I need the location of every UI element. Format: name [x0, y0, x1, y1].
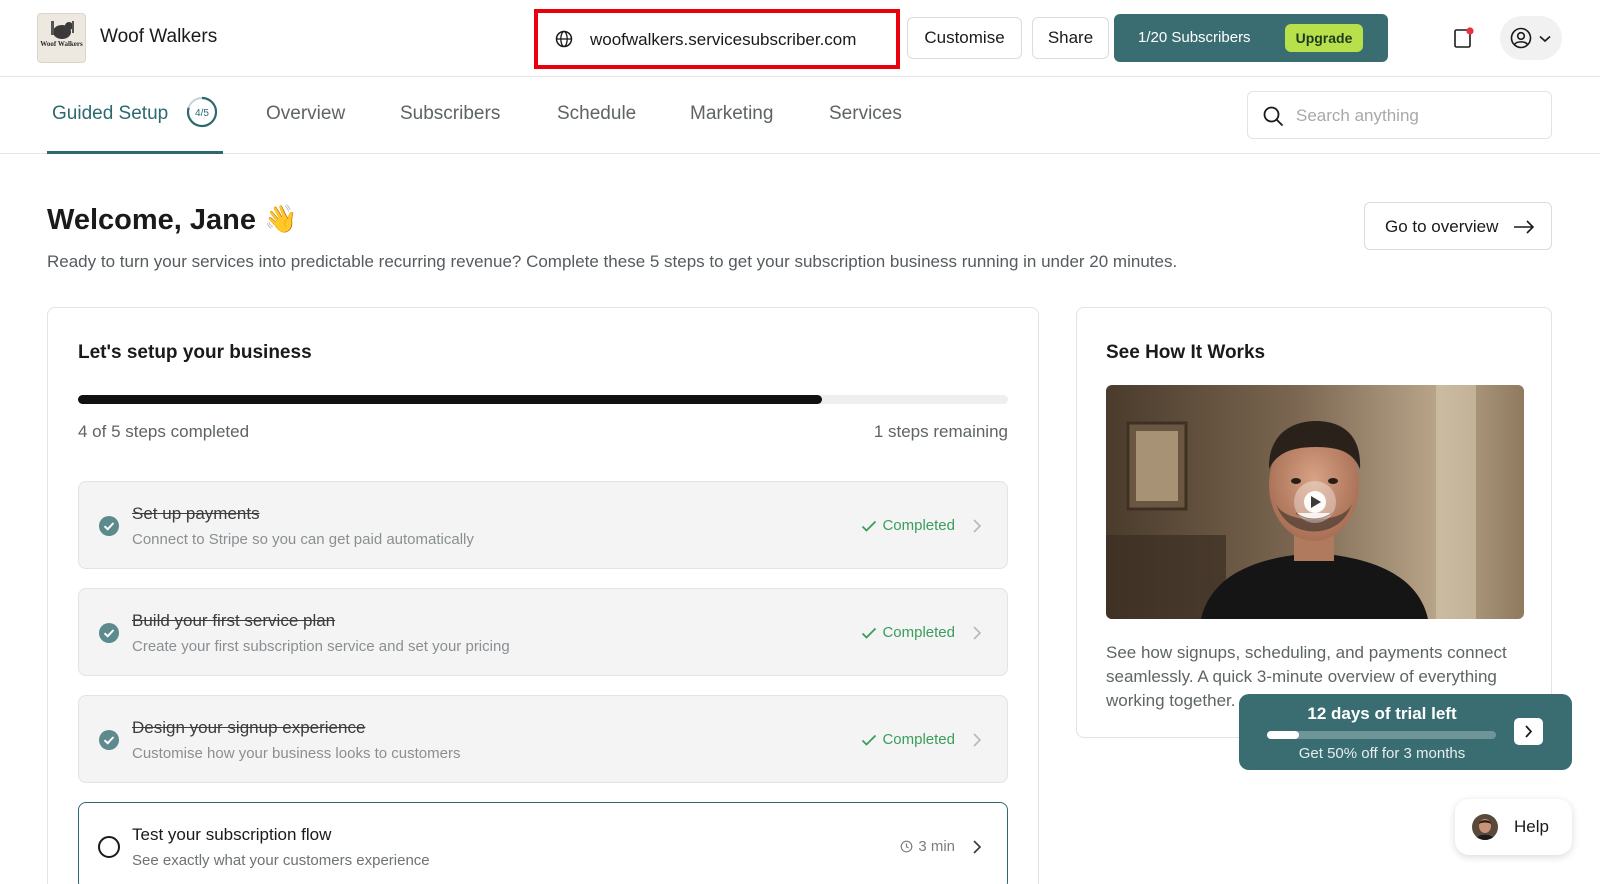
setup-progress-badge: 4/5: [186, 96, 218, 128]
account-menu-button[interactable]: [1500, 16, 1562, 60]
trial-open-button[interactable]: [1514, 718, 1543, 745]
setup-progress-fill: [78, 395, 822, 404]
customise-button[interactable]: Customise: [907, 17, 1022, 59]
brand-logo-text: Woof Walkers: [40, 40, 83, 48]
video-thumbnail[interactable]: [1106, 385, 1524, 619]
chevron-right-icon: [973, 733, 982, 747]
welcome-subtitle: Ready to turn your services into predict…: [47, 252, 1178, 271]
tab-marketing[interactable]: Marketing: [690, 103, 773, 125]
how-it-works-card: See How It Works See how signups, schedu…: [1076, 307, 1552, 738]
step-title: Design your signup experience: [132, 718, 366, 737]
step-status-label: Completed: [882, 731, 955, 748]
help-button[interactable]: Help: [1455, 799, 1572, 855]
trial-days-left: 12 days of trial left: [1307, 704, 1457, 723]
search-box[interactable]: [1247, 91, 1552, 139]
tab-subscribers[interactable]: Subscribers: [400, 103, 500, 125]
step-status: Completed: [861, 517, 955, 534]
step-title: Test your subscription flow: [132, 825, 332, 844]
check-circle-icon: [99, 623, 119, 643]
step-title: Set up payments: [132, 504, 260, 523]
tab-guided-setup[interactable]: Guided Setup: [52, 103, 168, 125]
brand-name[interactable]: Woof Walkers: [100, 26, 217, 48]
go-to-overview-label: Go to overview: [1385, 217, 1499, 236]
setup-progress-bar: [78, 395, 1008, 404]
video-title: See How It Works: [1106, 342, 1266, 363]
setup-step-signup-experience[interactable]: Design your signup experience Customise …: [78, 695, 1008, 783]
help-label: Help: [1514, 817, 1549, 836]
checkmark-icon: [862, 734, 877, 746]
tab-overview[interactable]: Overview: [266, 103, 345, 125]
tab-schedule[interactable]: Schedule: [557, 103, 636, 125]
subscribers-count: 1/20 Subscribers: [1138, 29, 1251, 46]
search-input[interactable]: [1296, 102, 1536, 130]
presenter-video-image: [1106, 385, 1524, 619]
bell-icon[interactable]: [1454, 27, 1474, 49]
chevron-right-icon: [1525, 725, 1533, 738]
search-icon: [1263, 106, 1283, 126]
step-status-label: Completed: [882, 517, 955, 534]
step-description: See exactly what your customers experien…: [132, 852, 430, 869]
setup-card: Let's setup your business 4 of 5 steps c…: [47, 307, 1039, 884]
domain-link[interactable]: woofwalkers.servicesubscriber.com: [534, 9, 900, 69]
step-description: Connect to Stripe so you can get paid au…: [132, 531, 474, 548]
subscribers-plan-pill[interactable]: 1/20 Subscribers Upgrade: [1114, 14, 1388, 62]
checkmark-icon: [862, 520, 877, 532]
trial-progress-fill: [1267, 731, 1300, 739]
setup-progress-badge-text: 4/5: [195, 108, 209, 119]
welcome-title: Welcome, Jane: [47, 204, 257, 236]
step-status: Completed: [861, 624, 955, 641]
active-tab-indicator: [47, 151, 223, 154]
domain-text: woofwalkers.servicesubscriber.com: [590, 30, 857, 49]
brand-logo[interactable]: Woof Walkers: [37, 13, 86, 63]
share-button[interactable]: Share: [1032, 17, 1109, 59]
setup-step-payments[interactable]: Set up payments Connect to Stripe so you…: [78, 481, 1008, 569]
arrow-right-icon: [1514, 220, 1535, 234]
user-circle-icon: [1510, 27, 1532, 49]
steps-remaining-text: 1 steps remaining: [873, 422, 1008, 441]
go-to-overview-button[interactable]: Go to overview: [1364, 202, 1552, 250]
setup-step-service-plan[interactable]: Build your first service plan Create you…: [78, 588, 1008, 676]
upgrade-button[interactable]: Upgrade: [1285, 24, 1363, 52]
trial-progress-bar: [1267, 731, 1496, 739]
incomplete-circle-icon: [98, 836, 120, 858]
tab-services[interactable]: Services: [829, 103, 902, 125]
check-circle-icon: [99, 730, 119, 750]
setup-title: Let's setup your business: [78, 342, 312, 363]
top-header: Woof Walkers Woof Walkers woofwalkers.se…: [0, 0, 1600, 77]
trial-offer: Get 50% off for 3 months: [1298, 745, 1466, 762]
steps-completed-text: 4 of 5 steps completed: [78, 422, 250, 441]
support-avatar: [1472, 814, 1498, 840]
step-status-label: Completed: [882, 624, 955, 641]
step-duration-label: 3 min: [918, 838, 955, 855]
check-circle-icon: [99, 516, 119, 536]
step-description: Customise how your business looks to cus…: [132, 745, 461, 762]
step-title: Build your first service plan: [132, 611, 336, 630]
chevron-right-icon: [973, 519, 982, 533]
step-status: Completed: [861, 731, 955, 748]
step-description: Create your first subscription service a…: [132, 638, 510, 655]
checkmark-icon: [862, 627, 877, 639]
trial-banner[interactable]: 12 days of trial left Get 50% off for 3 …: [1239, 694, 1572, 770]
chevron-down-icon: [1539, 35, 1551, 43]
step-duration: 3 min: [900, 838, 955, 855]
chevron-right-icon: [973, 626, 982, 640]
clock-icon: [900, 840, 913, 853]
waving-hand-emoji: 👋: [264, 204, 298, 234]
main-nav: Guided Setup 4/5 Overview Subscribers Sc…: [0, 77, 1600, 154]
globe-icon: [555, 30, 573, 48]
chevron-right-icon: [973, 840, 982, 854]
setup-step-test-flow[interactable]: Test your subscription flow See exactly …: [78, 802, 1008, 884]
